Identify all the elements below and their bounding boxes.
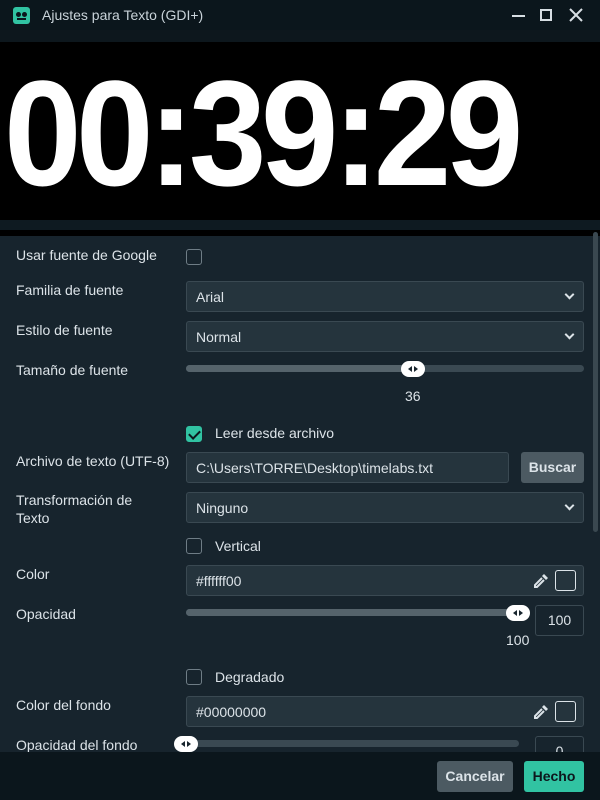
maximize-icon[interactable] [535,4,557,26]
browse-button[interactable]: Buscar [521,452,584,483]
font-style-value: Normal [196,329,242,345]
text-file-input[interactable]: C:\Users\TORRE\Desktop\timelabs.txt [186,452,509,483]
bg-opacity-slider-thumb[interactable] [174,736,198,752]
settings-panel: Usar fuente de Google Familia de fuente … [0,230,592,752]
window-title: Ajustes para Texto (GDI+) [42,7,204,23]
chevron-down-icon [564,289,575,300]
font-size-slider[interactable] [186,365,584,372]
read-from-file-checkbox[interactable] [186,426,202,442]
text-file-value: C:\Users\TORRE\Desktop\timelabs.txt [196,460,434,476]
transform-label-line1: Transformación de [16,492,133,508]
font-size-value: 36 [405,388,421,404]
bg-opacity-number-input[interactable]: 0 [535,736,584,752]
read-from-file-label: Leer desde archivo [215,425,335,441]
font-size-slider-thumb[interactable] [401,361,425,377]
opacity-value: 100 [506,632,530,648]
transform-label-line2: Texto [16,510,50,526]
chevron-down-icon [564,500,575,511]
cancel-button[interactable]: Cancelar [437,761,513,792]
preview-text: 00:39:29 [4,49,523,217]
close-icon[interactable] [565,4,587,26]
vertical-checkbox[interactable] [186,538,202,554]
color-label: Color [16,566,50,582]
color-swatch[interactable] [555,570,576,591]
transform-value: Ninguno [196,500,249,516]
google-font-checkbox[interactable] [186,249,202,265]
chevron-down-icon [564,329,575,340]
bg-color-input[interactable]: #00000000 [186,696,584,727]
opacity-number-input[interactable]: 100 [535,605,584,636]
transform-label: Transformación de Texto [16,491,132,527]
bg-opacity-label: Opacidad del fondo [16,737,138,752]
settings-scrollbar[interactable] [593,232,598,532]
text-file-label: Archivo de texto (UTF-8) [16,453,170,469]
vertical-label: Vertical [215,538,261,554]
bg-opacity-slider[interactable] [186,740,519,747]
gradient-checkbox[interactable] [186,669,202,685]
bg-color-value: #00000000 [196,704,267,720]
done-button[interactable]: Hecho [524,761,584,792]
font-family-label: Familia de fuente [16,282,124,298]
google-font-label: Usar fuente de Google [16,247,157,263]
opacity-label: Opacidad [16,606,76,622]
bg-color-swatch[interactable] [555,701,576,722]
font-style-select[interactable]: Normal [186,321,584,352]
eyedropper-icon[interactable] [533,573,549,589]
streamlabs-robot-icon [13,7,30,24]
color-input[interactable]: #ffffff00 [186,565,584,596]
color-value: #ffffff00 [196,573,242,589]
preview-area: 00:39:29 [0,30,600,236]
preview-divider [0,220,600,230]
opacity-slider-fill [186,609,529,616]
font-style-label: Estilo de fuente [16,322,113,338]
font-size-label: Tamaño de fuente [16,362,129,378]
font-family-select[interactable]: Arial [186,281,584,312]
font-size-slider-fill [186,365,413,372]
gradient-label: Degradado [215,669,285,685]
transform-select[interactable]: Ninguno [186,492,584,523]
opacity-slider-thumb[interactable] [506,605,530,621]
source-preview: 00:39:29 [0,42,600,236]
opacity-slider[interactable] [186,609,529,616]
font-family-value: Arial [196,289,225,305]
minimize-icon[interactable] [507,4,529,26]
title-bar: Ajustes para Texto (GDI+) [0,0,600,30]
bg-color-label: Color del fondo [16,697,111,713]
eyedropper-icon[interactable] [533,704,549,720]
